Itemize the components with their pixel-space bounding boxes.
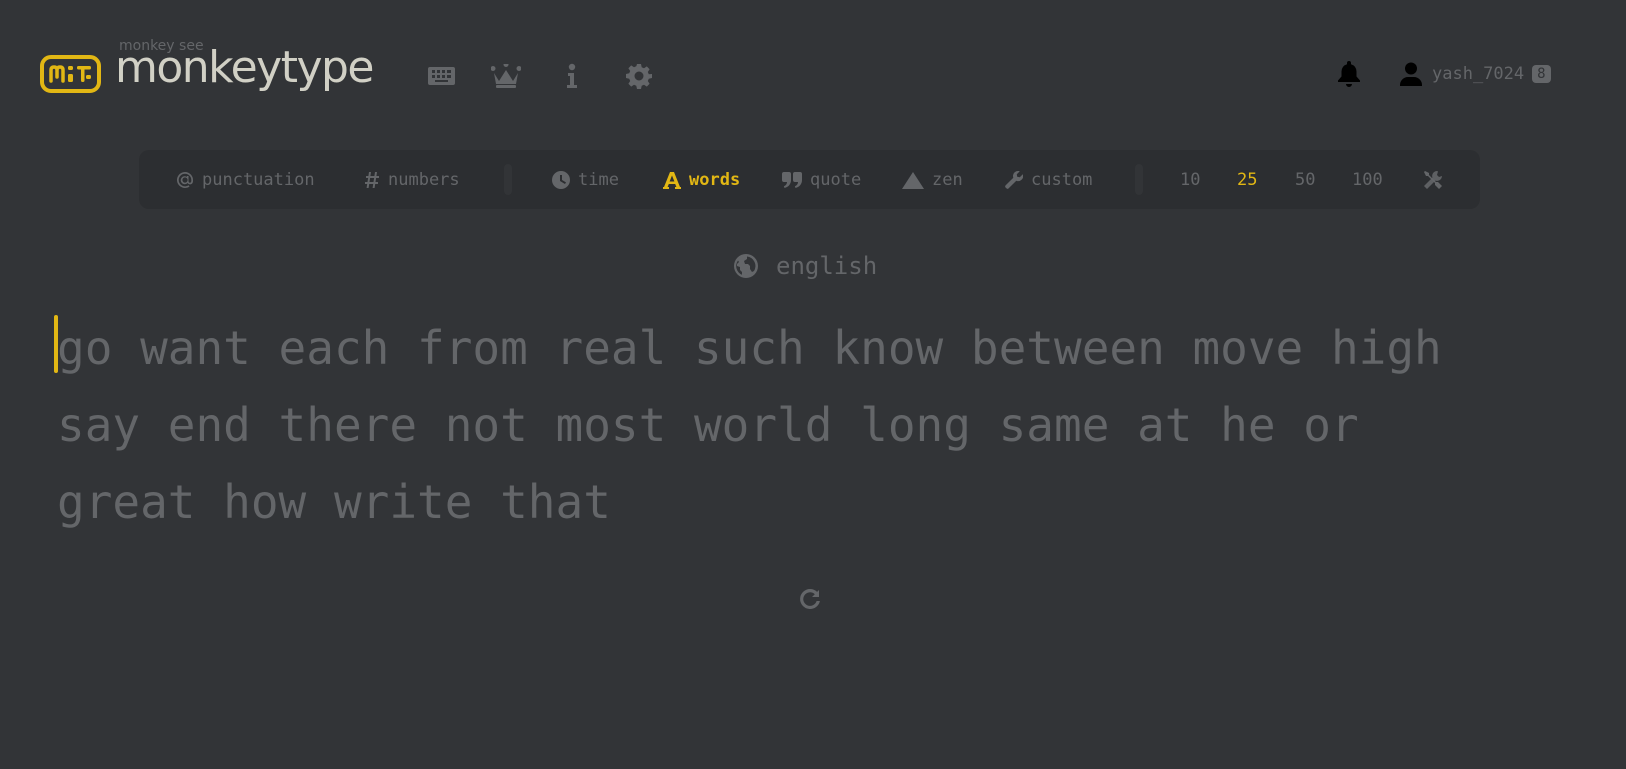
language-button[interactable]: english	[734, 252, 877, 280]
level-badge: 8	[1532, 65, 1551, 83]
word-count-100[interactable]: 100	[1352, 150, 1383, 209]
globe-icon	[734, 254, 758, 278]
username: yash_7024	[1432, 64, 1525, 84]
numbers-toggle[interactable]: numbers	[364, 150, 460, 209]
config-divider	[1135, 164, 1143, 195]
mode-custom-button[interactable]: custom	[1005, 150, 1092, 209]
mode-quote-label: quote	[810, 169, 862, 190]
tools-icon	[1424, 170, 1442, 189]
words-line: great how write that	[57, 475, 611, 529]
word-count-50[interactable]: 50	[1295, 150, 1315, 209]
word-count-label: 50	[1295, 169, 1316, 190]
word-count-label: 10	[1180, 169, 1201, 190]
bell-icon	[1338, 61, 1360, 87]
notifications-button[interactable]	[1333, 58, 1365, 90]
monkeytype-logo-icon	[40, 55, 101, 93]
clock-icon	[552, 170, 570, 189]
crown-icon	[491, 64, 521, 88]
word-count-10[interactable]: 10	[1180, 150, 1200, 209]
redo-icon	[800, 588, 820, 609]
mode-time-button[interactable]: time	[552, 150, 619, 209]
font-a-icon	[663, 171, 681, 189]
keyboard-icon	[427, 67, 455, 85]
mode-custom-label: custom	[1031, 169, 1093, 190]
mountain-icon	[902, 171, 924, 189]
mode-quote-button[interactable]: quote	[782, 150, 861, 209]
user-icon	[1400, 62, 1422, 86]
hash-icon	[365, 171, 379, 188]
logo-title: monkeytype	[115, 42, 374, 93]
start-test-button[interactable]	[425, 60, 457, 92]
leaderboards-button[interactable]	[490, 60, 522, 92]
language-label: english	[776, 252, 878, 280]
mode-time-label: time	[578, 169, 619, 190]
punctuation-toggle[interactable]: punctuation	[176, 150, 315, 209]
at-icon	[176, 171, 193, 188]
gear-icon	[626, 64, 652, 89]
words-area[interactable]: go want each from real such know between…	[54, 310, 1557, 541]
words-line: go want each from real such know between…	[57, 321, 1442, 375]
mode-zen-label: zen	[932, 169, 963, 190]
text-caret	[54, 315, 58, 373]
numbers-label: numbers	[388, 169, 460, 190]
restart-test-button[interactable]	[794, 583, 826, 615]
account-button[interactable]: yash_7024 8	[1400, 58, 1551, 90]
config-divider	[504, 164, 512, 195]
about-button[interactable]	[556, 60, 588, 92]
test-config-bar: punctuation numbers time words quote zen	[139, 150, 1480, 209]
info-icon	[567, 63, 577, 88]
wrench-icon	[1005, 170, 1023, 189]
mode-words-label: words	[689, 169, 741, 190]
words-line: say end there not most world long same a…	[57, 398, 1359, 452]
mode-zen-button[interactable]: zen	[902, 150, 963, 209]
punctuation-label: punctuation	[202, 169, 315, 190]
word-count-label: 100	[1352, 169, 1383, 190]
word-count-25[interactable]: 25	[1237, 150, 1257, 209]
settings-button[interactable]	[623, 60, 655, 92]
custom-count-button[interactable]	[1423, 150, 1443, 209]
word-count-label: 25	[1237, 169, 1258, 190]
quote-icon	[782, 171, 802, 188]
mode-words-button[interactable]: words	[663, 150, 740, 209]
